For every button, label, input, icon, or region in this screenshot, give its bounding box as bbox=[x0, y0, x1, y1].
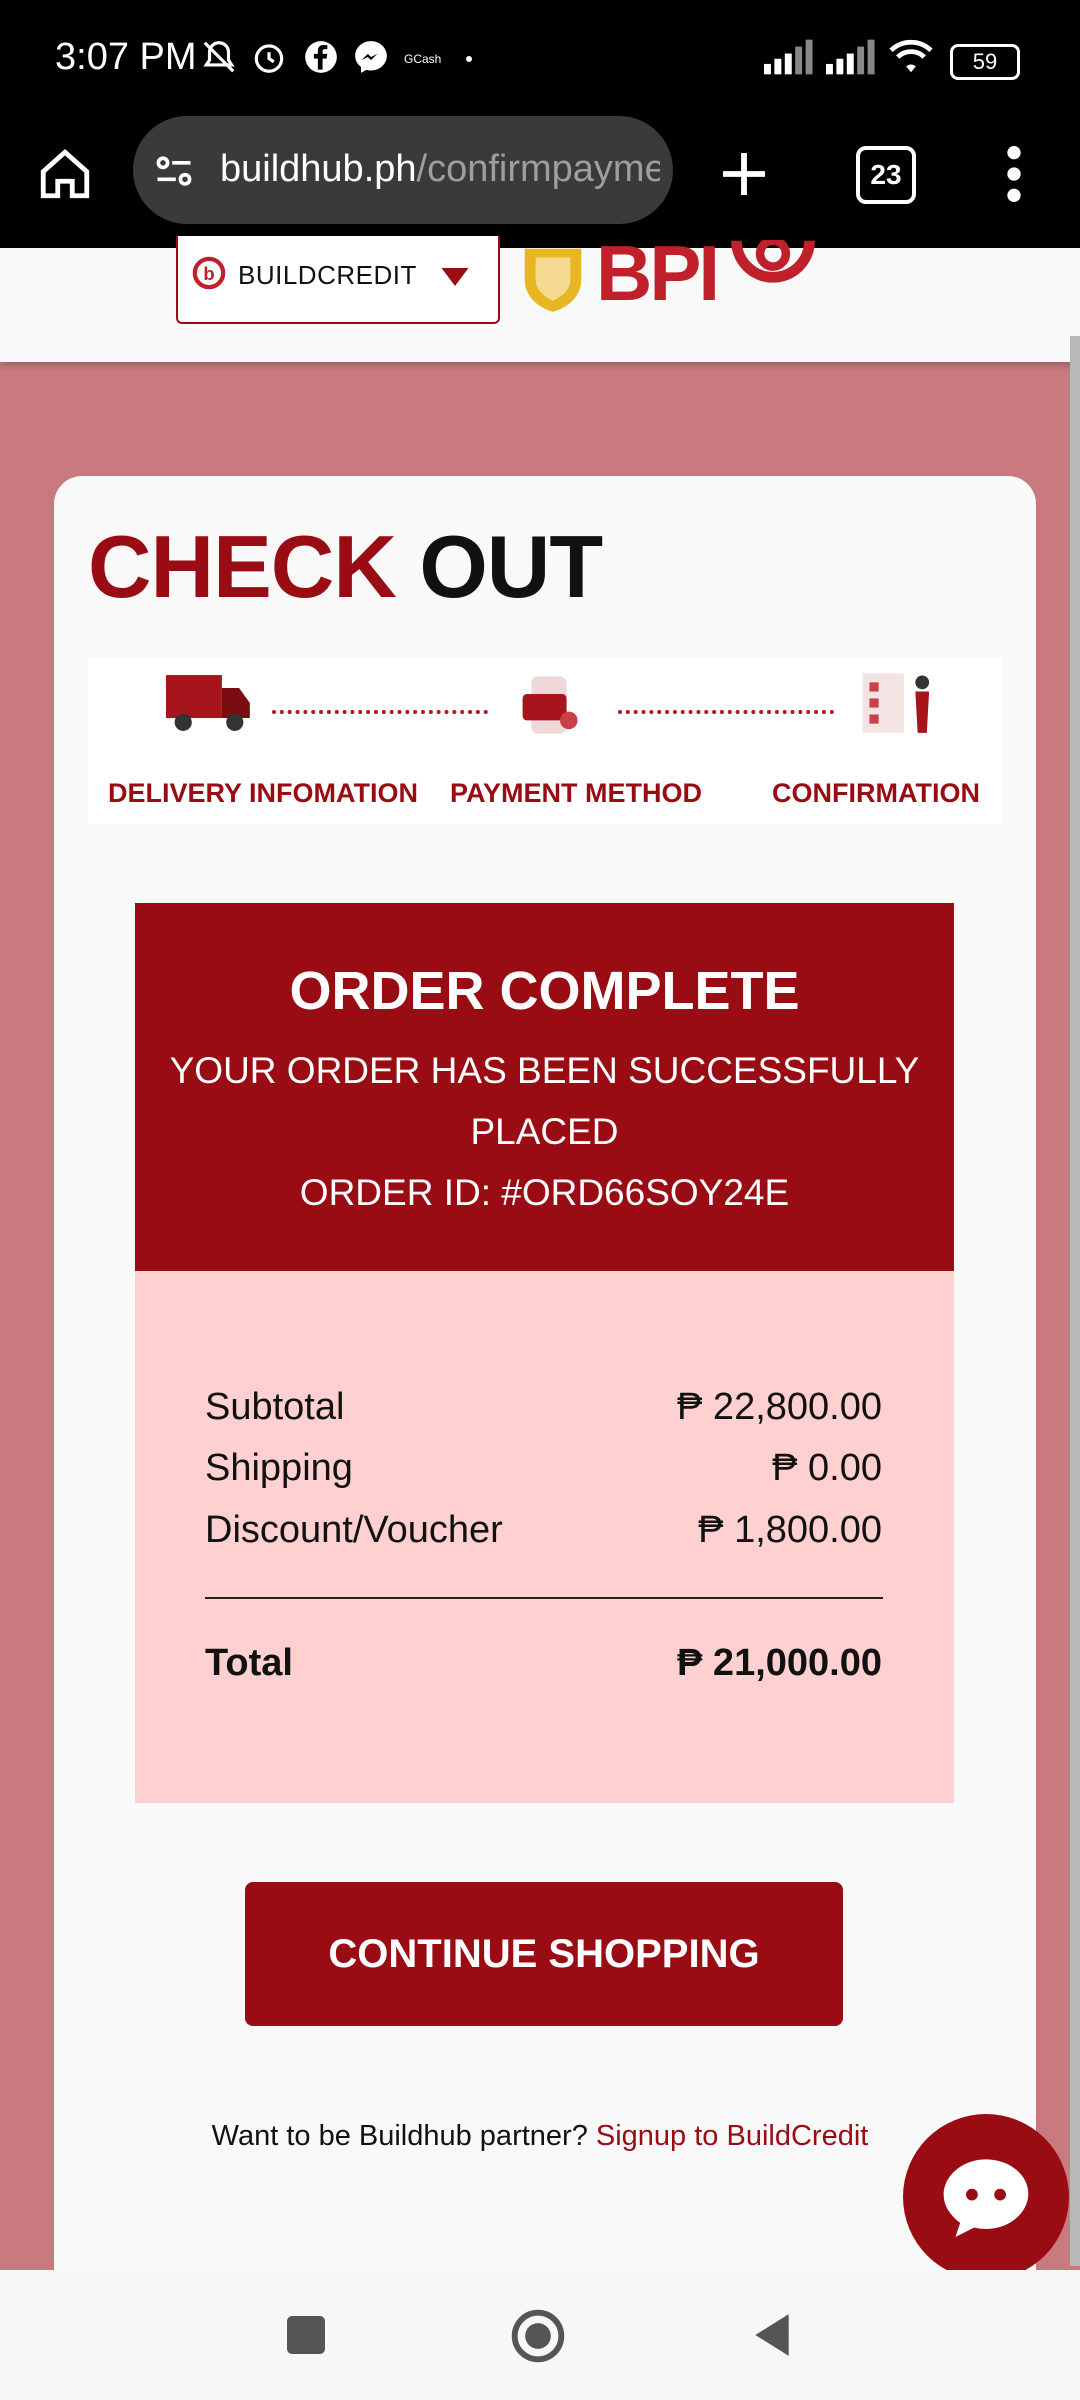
url-domain: buildhub.ph bbox=[220, 148, 417, 190]
payment-method-icon bbox=[522, 676, 578, 734]
recent-apps-button[interactable] bbox=[287, 2316, 325, 2354]
chat-button[interactable] bbox=[903, 2114, 1069, 2280]
bpi-b-logo-icon bbox=[731, 240, 815, 283]
home-button-icon[interactable] bbox=[510, 2308, 566, 2364]
subtotal-label: Subtotal bbox=[205, 1386, 345, 1428]
order-success-line-2: PLACED bbox=[470, 1111, 619, 1152]
gcash-notification-label: GCash bbox=[404, 52, 442, 66]
messenger-icon bbox=[355, 41, 387, 73]
page-title: CHECK OUT bbox=[88, 516, 603, 618]
discount-label: Discount/Voucher bbox=[205, 1509, 503, 1551]
chevron-down-icon bbox=[441, 268, 469, 286]
discount-value: ₱ 1,800.00 bbox=[698, 1509, 882, 1551]
delivery-truck-icon bbox=[166, 675, 250, 731]
new-tab-icon[interactable] bbox=[716, 146, 772, 202]
notification-dot bbox=[466, 56, 472, 62]
back-button-icon[interactable] bbox=[750, 2310, 794, 2360]
total-label: Total bbox=[205, 1642, 293, 1684]
step-connector-2 bbox=[618, 710, 834, 714]
confirmation-checklist-icon bbox=[862, 673, 930, 733]
credit-provider-select[interactable]: b BUILDCREDIT bbox=[176, 236, 500, 324]
site-settings-icon[interactable] bbox=[152, 150, 196, 194]
buildcredit-logo-icon: b bbox=[192, 256, 226, 290]
partner-prompt-text: Want to be Buildhub partner? bbox=[211, 2120, 588, 2152]
summary-divider bbox=[205, 1597, 883, 1599]
home-icon[interactable] bbox=[36, 145, 94, 203]
chat-bubble-icon bbox=[943, 2159, 1029, 2237]
step-label-payment: PAYMENT METHOD bbox=[450, 778, 703, 808]
order-id: ORDER ID: #ORD66SOY24E bbox=[299, 1172, 790, 1213]
shipping-value: ₱ 0.00 bbox=[772, 1447, 882, 1489]
page-scrollbar[interactable] bbox=[1070, 336, 1080, 2266]
order-success-line-1: YOUR ORDER HAS BEEN SUCCESSFULLY bbox=[169, 1050, 920, 1091]
status-time: 3:07 PM bbox=[55, 36, 197, 78]
tab-switcher-button[interactable]: 23 bbox=[856, 146, 916, 204]
alarm-icon bbox=[254, 44, 284, 73]
signal-2-icon bbox=[826, 39, 875, 75]
order-complete-title: ORDER COMPLETE bbox=[289, 961, 800, 1021]
step-connector-1 bbox=[272, 710, 488, 714]
total-value: ₱ 21,000.00 bbox=[677, 1642, 882, 1684]
url-path: /confirmpayme bbox=[416, 148, 660, 190]
step-label-delivery: DELIVERY INFOMATION bbox=[108, 778, 419, 808]
battery-indicator: 59 bbox=[950, 44, 1020, 80]
shipping-label: Shipping bbox=[205, 1447, 353, 1489]
signal-1-icon bbox=[764, 39, 813, 75]
facebook-icon bbox=[305, 41, 337, 73]
url-text[interactable]: buildhub.ph/confirmpayme bbox=[220, 148, 660, 191]
wifi-icon bbox=[889, 39, 933, 73]
title-part-1: CHECK bbox=[88, 517, 397, 616]
muted-bell-icon bbox=[203, 41, 235, 73]
more-menu-icon[interactable] bbox=[996, 142, 1032, 206]
bpi-logo-text: BPI bbox=[596, 229, 720, 317]
subtotal-value: ₱ 22,800.00 bbox=[677, 1386, 882, 1428]
status-bar: 3:07 PM GCash 59 bbox=[0, 0, 1080, 118]
signup-buildcredit-link[interactable]: Signup to BuildCredit bbox=[596, 2120, 868, 2152]
bpi-crest-icon bbox=[524, 248, 582, 312]
continue-shopping-button[interactable]: CONTINUE SHOPPING bbox=[245, 1882, 843, 2026]
credit-select-value: BUILDCREDIT bbox=[238, 260, 417, 290]
svg-text:b: b bbox=[203, 263, 214, 284]
title-part-2: OUT bbox=[419, 517, 603, 616]
step-label-confirmation: CONFIRMATION bbox=[772, 778, 980, 808]
